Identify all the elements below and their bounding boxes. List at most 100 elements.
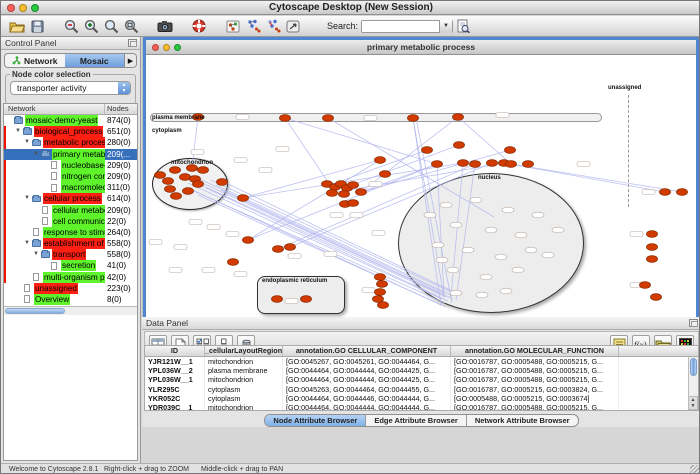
network-node[interactable] [422, 147, 433, 154]
network-node[interactable] [165, 186, 176, 193]
snapshot-button[interactable] [155, 18, 175, 35]
column-header[interactable]: ID [145, 346, 205, 356]
network-node[interactable] [171, 193, 182, 200]
network-node[interactable] [487, 160, 498, 167]
tab-mosaic[interactable]: Mosaic [65, 54, 125, 67]
network-node[interactable] [651, 294, 662, 301]
tree-row[interactable]: unassigned223(0) [4, 283, 137, 294]
network-node[interactable] [432, 161, 443, 168]
tree-row[interactable]: ▼transport558(0) [4, 249, 137, 260]
network-node[interactable] [170, 167, 181, 174]
table-row[interactable]: YDR039C__1mitochondrion[GO:0044464, GO:0… [145, 403, 698, 411]
tree-col-nodes[interactable]: Nodes [105, 104, 137, 114]
network-node[interactable] [348, 182, 359, 189]
table-row[interactable]: YPL036W__2plasma membrane[GO:0044464, GO… [145, 366, 698, 375]
tab-edge-attribute-browser[interactable]: Edge Attribute Browser [366, 415, 466, 426]
float-panel-icon[interactable] [128, 39, 137, 47]
network-node[interactable] [180, 174, 191, 181]
zoom-selected-button[interactable] [101, 18, 121, 35]
search-input[interactable] [362, 21, 439, 32]
search-combobox[interactable]: ▼ [361, 20, 453, 33]
network-node[interactable] [217, 179, 228, 186]
network-node[interactable] [273, 246, 284, 253]
tree-row[interactable]: ▼biological_process651(0) [4, 126, 137, 137]
enhanced-search-button[interactable] [453, 18, 473, 35]
tree-row[interactable]: Overview8(0) [4, 294, 137, 305]
network-node[interactable] [377, 281, 388, 288]
network-node[interactable] [243, 237, 254, 244]
scroll-arrows[interactable]: ▲▼ [688, 396, 698, 410]
network-node[interactable] [356, 189, 367, 196]
network-node[interactable] [198, 167, 209, 174]
zoom-out-button[interactable] [61, 18, 81, 35]
new-network-from-selected-edges-button[interactable] [263, 18, 283, 35]
network-node[interactable] [163, 178, 174, 185]
column-header[interactable]: annotation.GO MOLECULAR_FUNCTION [451, 346, 619, 356]
expand-arrow-icon[interactable]: ▼ [24, 195, 30, 201]
network-node[interactable] [323, 115, 334, 122]
network-node[interactable] [505, 147, 516, 154]
expand-arrow-icon[interactable]: ▼ [33, 251, 39, 257]
table-row[interactable]: YPL036W__1mitochondrion[GO:0044464, GO:0… [145, 375, 698, 384]
network-node[interactable] [380, 171, 391, 178]
network-node[interactable] [408, 115, 419, 122]
tab-network-attribute-browser[interactable]: Network Attribute Browser [467, 415, 578, 426]
network-node[interactable] [378, 302, 389, 309]
network-node[interactable] [454, 142, 465, 149]
resize-grip[interactable] [690, 465, 700, 474]
node-color-dropdown[interactable]: transporter activity ▲▼ [10, 81, 131, 95]
column-header[interactable]: annotation.GO CELLULAR_COMPONENT [283, 346, 451, 356]
network-node[interactable] [640, 282, 651, 289]
zoom-fit-button[interactable] [121, 18, 141, 35]
network-node[interactable] [339, 191, 350, 198]
expand-arrow-icon[interactable]: ▼ [24, 240, 30, 246]
network-node[interactable] [280, 115, 291, 122]
expand-arrow-icon[interactable]: ▼ [15, 128, 21, 134]
tree-row[interactable]: multi-organism pro42(0) [4, 272, 137, 283]
network-node[interactable] [660, 189, 671, 196]
network-node[interactable] [238, 195, 249, 202]
tree-row[interactable]: nucleobase-209(0) [4, 160, 137, 171]
vizmapper-button[interactable] [223, 18, 243, 35]
network-node[interactable] [453, 114, 464, 121]
new-network-from-selected-nodes-button[interactable] [243, 18, 263, 35]
network-node[interactable] [155, 172, 166, 179]
network-node[interactable] [523, 161, 534, 168]
manual-layout-button[interactable] [283, 18, 303, 35]
tree-row[interactable]: mosaic-demo-yeast874(0) [4, 115, 137, 126]
network-node[interactable] [470, 161, 481, 168]
tab-network[interactable]: Network [5, 54, 65, 67]
network-node[interactable] [677, 189, 688, 196]
column-header[interactable]: _cellularLayoutRegion [205, 346, 283, 356]
network-node[interactable] [647, 231, 658, 238]
network-node[interactable] [506, 161, 517, 168]
network-node[interactable] [272, 296, 283, 303]
network-node[interactable] [193, 181, 204, 188]
chevron-down-icon[interactable]: ▼ [439, 20, 452, 33]
save-button[interactable] [27, 18, 47, 35]
tree-col-network[interactable]: Network [4, 104, 105, 114]
network-node[interactable] [458, 160, 469, 167]
network-node[interactable] [301, 296, 312, 303]
tree-row[interactable]: secretion41(0) [4, 260, 137, 271]
zoom-in-button[interactable] [81, 18, 101, 35]
network-node[interactable] [647, 256, 658, 263]
network-node[interactable] [183, 188, 194, 195]
tree-hscrollbar[interactable] [4, 306, 137, 315]
table-row[interactable]: YKR052Ccytoplasm[GO:0044464, GO:0044446,… [145, 394, 698, 403]
network-node[interactable] [327, 190, 338, 197]
table-row[interactable]: YLR295Ccytoplasm[GO:0045263, GO:0044464,… [145, 385, 698, 394]
tree-row[interactable]: response to stimulu264(0) [4, 227, 137, 238]
tab-overflow-arrow[interactable]: ▶ [124, 54, 136, 67]
tab-node-attribute-browser[interactable]: Node Attribute Browser [265, 415, 366, 426]
network-node[interactable] [647, 244, 658, 251]
expand-arrow-icon[interactable]: ▼ [33, 151, 39, 157]
network-node[interactable] [375, 157, 386, 164]
network-node[interactable] [348, 200, 359, 207]
tree-row[interactable]: macromolecule311(0) [4, 182, 137, 193]
tree-row[interactable]: ▼cellular process614(0) [4, 193, 137, 204]
network-node[interactable] [228, 259, 239, 266]
network-canvas[interactable]: plasma membrane cytoplasm mitochondrion … [146, 55, 696, 335]
open-file-button[interactable] [7, 18, 27, 35]
tree-row[interactable]: ▼metabolic process280(0) [4, 137, 137, 148]
